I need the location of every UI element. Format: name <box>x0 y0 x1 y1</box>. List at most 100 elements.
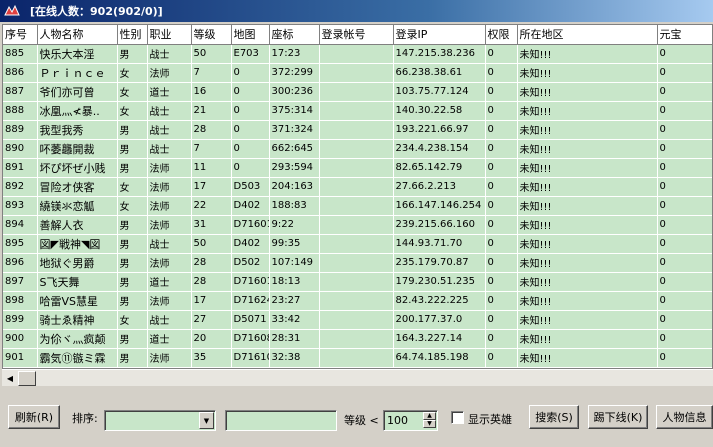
scroll-left-icon[interactable]: ◀ <box>2 370 18 386</box>
table-cell[interactable]: 144.93.71.70 <box>393 234 486 254</box>
table-row[interactable]: 895 図◤戦神◥図男战士 50 D402 99:35 144.93.71.70 0 未知!!… <box>3 234 712 254</box>
table-cell[interactable]: 女 <box>117 63 148 83</box>
table-cell[interactable]: 男 <box>117 253 148 273</box>
table-cell[interactable] <box>319 82 394 102</box>
table-cell[interactable]: 0 <box>657 158 712 178</box>
table-cell[interactable]: 164.3.227.14 <box>393 329 486 349</box>
table-cell[interactable]: 未知!!! <box>517 63 658 83</box>
table-cell[interactable]: 239.215.66.160 <box>393 215 486 235</box>
table-cell[interactable]: 147.215.38.236 <box>393 44 486 64</box>
table-cell[interactable]: 男 <box>117 44 148 64</box>
table-cell[interactable]: 未知!!! <box>517 291 658 311</box>
table-cell[interactable]: 为伱ヾ灬疯颠 <box>37 329 118 349</box>
table-cell[interactable]: 战士 <box>147 44 192 64</box>
table-cell[interactable]: 未知!!! <box>517 348 658 368</box>
table-cell[interactable]: 0 <box>485 63 518 83</box>
horizontal-scrollbar[interactable]: ◀ <box>2 369 713 386</box>
table-cell[interactable]: 未知!!! <box>517 44 658 64</box>
column-header[interactable]: 登录帐号 <box>319 25 394 45</box>
table-cell[interactable]: 法师 <box>147 291 192 311</box>
table-cell[interactable]: 法师 <box>147 158 192 178</box>
table-cell[interactable]: D503 <box>231 177 270 197</box>
table-cell[interactable]: 未知!!! <box>517 196 658 216</box>
table-cell[interactable]: 道士 <box>147 82 192 102</box>
table-cell[interactable]: 50 <box>191 44 232 64</box>
table-cell[interactable] <box>319 215 394 235</box>
table-cell[interactable]: 0 <box>657 82 712 102</box>
table-cell[interactable]: 0 <box>485 82 518 102</box>
table-cell[interactable]: E703 <box>231 44 270 64</box>
table-cell[interactable] <box>319 272 394 292</box>
table-cell[interactable]: 0 <box>485 234 518 254</box>
sort-dropdown[interactable]: ▼ <box>104 410 216 431</box>
table-cell[interactable]: 890 <box>3 139 38 159</box>
table-cell[interactable]: 冰凰灬≮暴.. <box>37 101 118 121</box>
table-cell[interactable]: 372:299 <box>269 63 320 83</box>
table-cell[interactable]: 32:38 <box>269 348 320 368</box>
table-cell[interactable]: 未知!!! <box>517 234 658 254</box>
table-cell[interactable]: 0 <box>485 272 518 292</box>
table-cell[interactable]: 0 <box>485 44 518 64</box>
table-cell[interactable]: 地狱ぐ男爵 <box>37 253 118 273</box>
table-row[interactable]: 889 我型我秀男战士 28 0 371:324 193.221.66.97 0 未知!!! 0 <box>3 120 712 140</box>
table-cell[interactable]: 快乐大本淫 <box>37 44 118 64</box>
table-cell[interactable]: 895 <box>3 234 38 254</box>
table-cell[interactable]: 893 <box>3 196 38 216</box>
table-cell[interactable]: 0 <box>657 291 712 311</box>
table-cell[interactable] <box>319 253 394 273</box>
table-cell[interactable]: 法师 <box>147 196 192 216</box>
column-header[interactable]: 序号 <box>3 25 38 45</box>
table-cell[interactable]: 11 <box>191 158 232 178</box>
table-cell[interactable]: 法师 <box>147 63 192 83</box>
table-cell[interactable] <box>319 310 394 330</box>
table-cell[interactable]: 0 <box>657 234 712 254</box>
table-cell[interactable]: 28 <box>191 272 232 292</box>
table-cell[interactable]: 103.75.77.124 <box>393 82 486 102</box>
table-cell[interactable]: 887 <box>3 82 38 102</box>
table-cell[interactable]: D5071 <box>231 310 270 330</box>
refresh-button[interactable]: 刷新(R) <box>8 405 60 429</box>
column-header[interactable]: 地图 <box>231 25 270 45</box>
table-cell[interactable]: 0 <box>485 291 518 311</box>
table-cell[interactable]: 892 <box>3 177 38 197</box>
table-cell[interactable]: 22 <box>191 196 232 216</box>
table-cell[interactable]: 28 <box>191 120 232 140</box>
table-cell[interactable]: 0 <box>485 101 518 121</box>
table-cell[interactable]: 道士 <box>147 272 192 292</box>
table-cell[interactable]: 200.177.37.0 <box>393 310 486 330</box>
table-cell[interactable]: 0 <box>231 158 270 178</box>
player-grid[interactable]: 序号 人物名称 性别 职业 等级 地图 座标 登录帐号 登录IP 权限 所在地区… <box>2 24 713 369</box>
table-cell[interactable]: 885 <box>3 44 38 64</box>
table-cell[interactable]: 9:22 <box>269 215 320 235</box>
table-cell[interactable]: 战士 <box>147 120 192 140</box>
table-cell[interactable]: 300:236 <box>269 82 320 102</box>
table-cell[interactable]: 战士 <box>147 139 192 159</box>
table-cell[interactable]: 896 <box>3 253 38 273</box>
table-cell[interactable]: 17 <box>191 177 232 197</box>
table-cell[interactable]: 0 <box>485 158 518 178</box>
column-header[interactable]: 登录IP <box>393 25 486 45</box>
table-row[interactable]: 900为伱ヾ灬疯颠男道士20D7160828:31164.3.227.140未知… <box>3 329 712 349</box>
table-cell[interactable]: 爷们亦可曾 <box>37 82 118 102</box>
table-cell[interactable]: 0 <box>485 120 518 140</box>
table-cell[interactable]: 293:594 <box>269 158 320 178</box>
table-cell[interactable]: 0 <box>657 253 712 273</box>
table-cell[interactable]: 未知!!! <box>517 253 658 273</box>
table-cell[interactable]: 0 <box>485 310 518 330</box>
table-cell[interactable]: 20 <box>191 329 232 349</box>
column-header[interactable]: 职业 <box>147 25 192 45</box>
table-cell[interactable]: 法师 <box>147 177 192 197</box>
table-cell[interactable]: 男 <box>117 139 148 159</box>
table-cell[interactable]: 375:314 <box>269 101 320 121</box>
table-cell[interactable]: 0 <box>485 348 518 368</box>
table-cell[interactable]: 894 <box>3 215 38 235</box>
table-row[interactable]: 886 Ｐｒｉｎｃｅ 女法师 7 0 372:299 66.238.38.61 0 未知!!! 0 <box>3 63 712 83</box>
table-row[interactable]: 896 地狱ぐ男爵男法师 28 D502 107:149 235.179.70.87 0 未知… <box>3 253 712 273</box>
table-cell[interactable]: 战士 <box>147 101 192 121</box>
column-header[interactable]: 座标 <box>269 25 320 45</box>
table-cell[interactable]: 0 <box>485 139 518 159</box>
table-cell[interactable]: 男 <box>117 348 148 368</box>
table-row[interactable]: 894善解人衣男法师31D716019:22239.215.66.1600未知!… <box>3 215 712 235</box>
table-cell[interactable]: 男 <box>117 120 148 140</box>
table-cell[interactable]: 662:645 <box>269 139 320 159</box>
